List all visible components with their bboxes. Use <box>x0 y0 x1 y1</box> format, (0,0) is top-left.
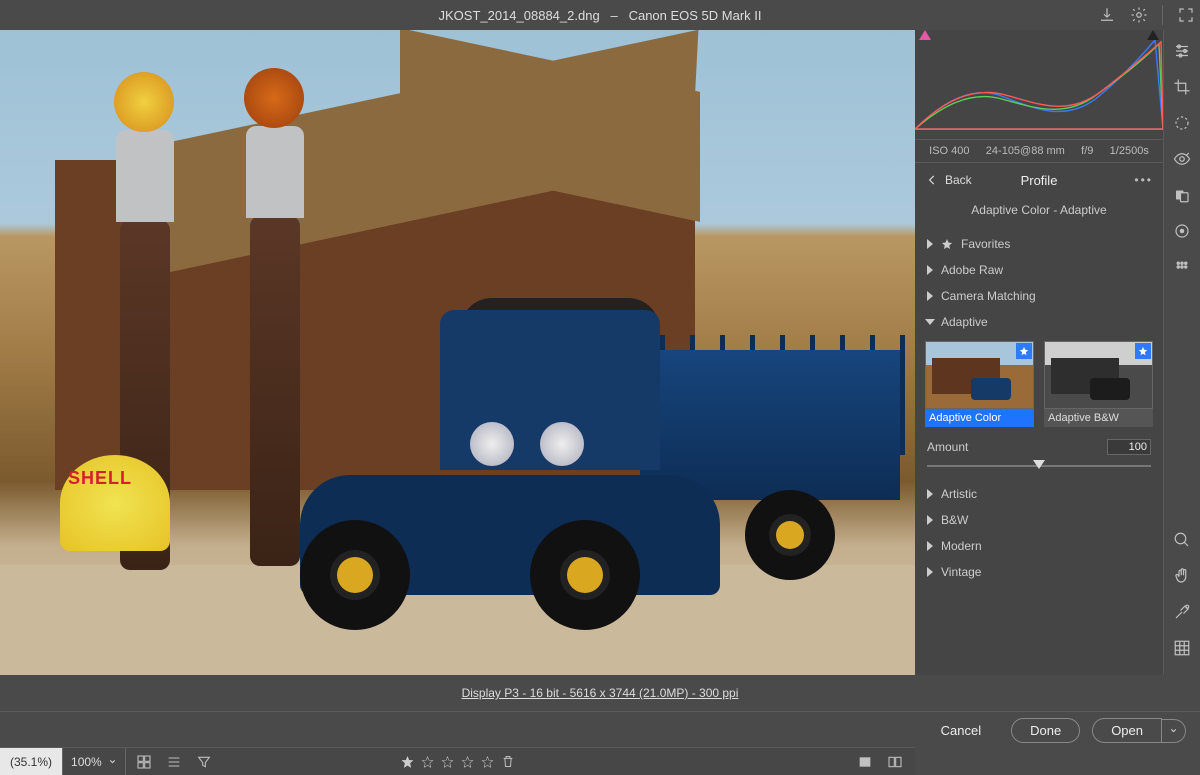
profile-thumb-label: Adaptive B&W <box>1044 409 1153 427</box>
image-info-link[interactable]: Display P3 - 16 bit - 5616 x 3744 (21.0M… <box>462 686 739 700</box>
section-artistic[interactable]: Artistic <box>915 481 1163 507</box>
fit-zoom-button[interactable]: (35.1%) <box>0 748 63 775</box>
amount-label: Amount <box>927 440 968 454</box>
download-icon[interactable] <box>1098 6 1116 24</box>
filter-icon[interactable] <box>196 754 212 770</box>
favorite-flag-icon[interactable] <box>1016 343 1032 359</box>
section-bw[interactable]: B&W <box>915 507 1163 533</box>
mask-icon[interactable] <box>1173 186 1191 204</box>
section-vintage[interactable]: Vintage <box>915 559 1163 585</box>
zoom-select[interactable]: 100% <box>63 748 126 775</box>
panel-title: Profile <box>1021 173 1058 188</box>
before-after-icon[interactable] <box>887 754 903 770</box>
star-icon[interactable] <box>480 755 494 769</box>
open-button[interactable]: Open <box>1092 718 1162 743</box>
cancel-button[interactable]: Cancel <box>923 719 999 742</box>
list-view-icon[interactable] <box>166 754 182 770</box>
single-view-icon[interactable] <box>857 754 873 770</box>
crop-icon[interactable] <box>1173 78 1191 96</box>
back-button[interactable]: Back <box>925 173 972 187</box>
hand-icon[interactable] <box>1173 567 1191 585</box>
profile-thumb-adaptive-bw[interactable]: Adaptive B&W <box>1044 341 1153 427</box>
star-icon[interactable] <box>460 755 474 769</box>
image-preview[interactable]: SHELL <box>0 30 915 675</box>
document-title: JKOST_2014_08884_2.dng – Canon EOS 5D Ma… <box>438 8 761 23</box>
histogram[interactable] <box>915 30 1163 140</box>
star-icon[interactable] <box>420 755 434 769</box>
rating-stars[interactable] <box>400 754 515 769</box>
favorite-flag-icon[interactable] <box>1135 343 1151 359</box>
chevron-down-icon <box>108 757 117 766</box>
star-icon[interactable] <box>400 755 414 769</box>
presets-icon[interactable] <box>1173 258 1191 276</box>
highlight-clip-indicator[interactable] <box>1147 30 1159 40</box>
section-camera-matching[interactable]: Camera Matching <box>915 283 1163 309</box>
aperture-label: f/9 <box>1081 145 1093 157</box>
shadow-clip-indicator[interactable] <box>919 30 931 40</box>
gear-icon[interactable] <box>1130 6 1148 24</box>
amount-input[interactable] <box>1107 439 1151 455</box>
sampler-icon[interactable] <box>1173 603 1191 621</box>
profile-thumb-adaptive-color[interactable]: Adaptive Color <box>925 341 1034 427</box>
grid-view-icon[interactable] <box>136 754 152 770</box>
star-icon[interactable] <box>440 755 454 769</box>
zoom-icon[interactable] <box>1173 531 1191 549</box>
chevron-down-icon <box>1169 726 1178 735</box>
eye-icon[interactable] <box>1173 150 1191 168</box>
iso-label: ISO 400 <box>929 145 969 157</box>
section-modern[interactable]: Modern <box>915 533 1163 559</box>
shell-sign: SHELL <box>68 468 132 489</box>
fullscreen-icon[interactable] <box>1177 6 1195 24</box>
done-button[interactable]: Done <box>1011 718 1080 743</box>
panel-menu-icon[interactable]: ••• <box>1134 173 1153 187</box>
open-dropdown[interactable] <box>1162 719 1186 743</box>
edit-sliders-icon[interactable] <box>1173 42 1191 60</box>
redeye-icon[interactable] <box>1173 222 1191 240</box>
section-adaptive[interactable]: Adaptive <box>915 309 1163 335</box>
shutter-label: 1/2500s <box>1110 145 1149 157</box>
section-adobe-raw[interactable]: Adobe Raw <box>915 257 1163 283</box>
lens-label: 24-105@88 mm <box>986 145 1065 157</box>
profile-thumb-label: Adaptive Color <box>925 409 1034 427</box>
heal-icon[interactable] <box>1173 114 1191 132</box>
grid-icon[interactable] <box>1173 639 1191 657</box>
section-favorites[interactable]: Favorites <box>915 231 1163 257</box>
amount-slider[interactable] <box>927 459 1151 473</box>
trash-icon[interactable] <box>500 754 515 769</box>
current-profile-label: Adaptive Color - Adaptive <box>915 197 1163 231</box>
